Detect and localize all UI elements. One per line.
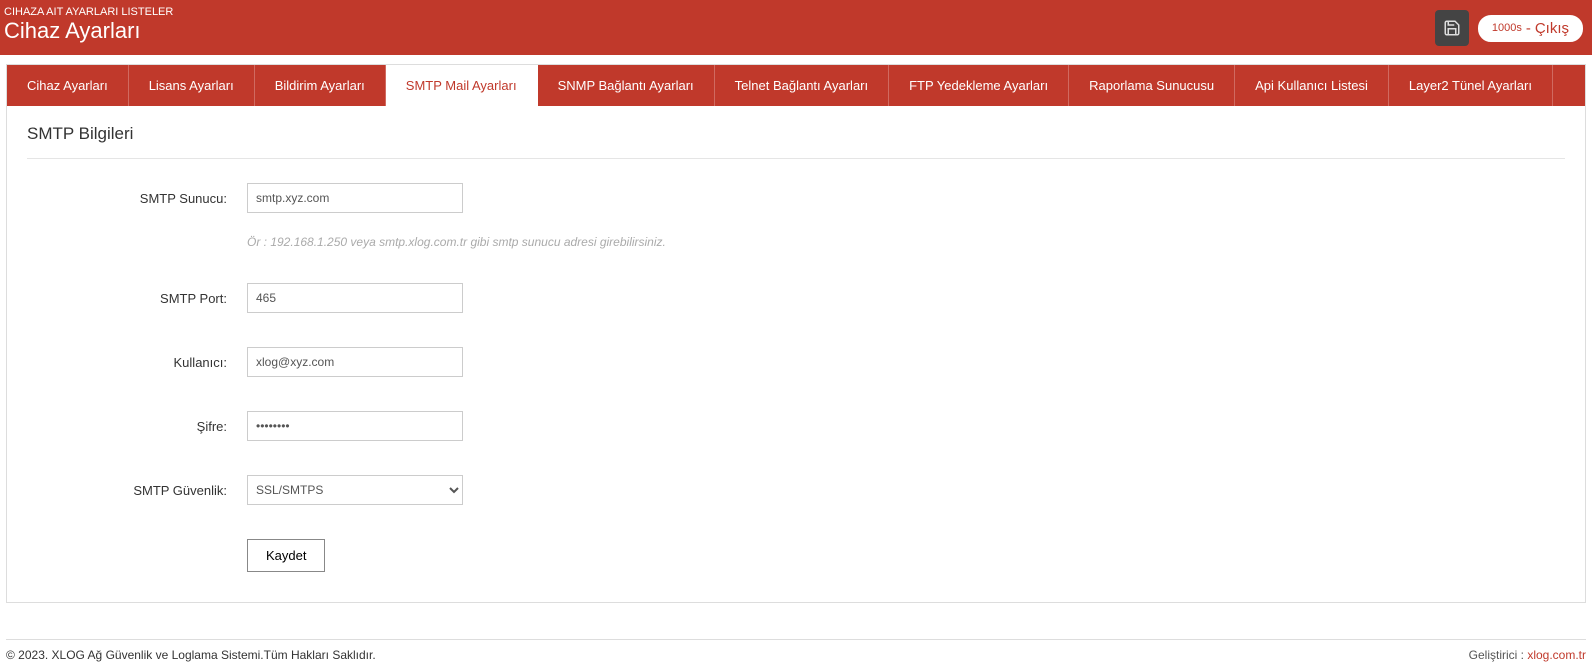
section-title: SMTP Bilgileri bbox=[27, 124, 1565, 144]
form-row-smtp-server: SMTP Sunucu: Ör : 192.168.1.250 veya smt… bbox=[27, 183, 1565, 249]
page-footer: © 2023. XLOG Ağ Güvenlik ve Loglama Sist… bbox=[0, 644, 1592, 672]
security-label: SMTP Güvenlik: bbox=[27, 475, 247, 498]
footer-copyright: © 2023. XLOG Ağ Güvenlik ve Loglama Sist… bbox=[6, 648, 376, 662]
tab-smtp-mail-settings[interactable]: SMTP Mail Ayarları bbox=[386, 65, 538, 106]
user-input[interactable] bbox=[247, 347, 463, 377]
tab-layer2-tunnel-settings[interactable]: Layer2 Tünel Ayarları bbox=[1389, 65, 1553, 106]
smtp-server-field-wrap: Ör : 192.168.1.250 veya smtp.xlog.com.tr… bbox=[247, 183, 1565, 249]
tab-device-settings[interactable]: Cihaz Ayarları bbox=[7, 65, 129, 106]
section-divider bbox=[27, 158, 1565, 159]
smtp-port-input[interactable] bbox=[247, 283, 463, 313]
page-header: CIHAZA AIT AYARLARI LISTELER Cihaz Ayarl… bbox=[0, 0, 1592, 55]
form-row-smtp-port: SMTP Port: bbox=[27, 283, 1565, 313]
form-row-security: SMTP Güvenlik: SSL/SMTPS bbox=[27, 475, 1565, 505]
panel-body: SMTP Bilgileri SMTP Sunucu: Ör : 192.168… bbox=[7, 106, 1585, 602]
tab-label: Raporlama Sunucusu bbox=[1089, 78, 1214, 93]
tab-label: Bildirim Ayarları bbox=[275, 78, 365, 93]
user-label: Kullanıcı: bbox=[27, 347, 247, 370]
tab-label: Cihaz Ayarları bbox=[27, 78, 108, 93]
form-row-save: Kaydet bbox=[27, 539, 1565, 572]
user-field-wrap bbox=[247, 347, 1565, 377]
tab-label: Layer2 Tünel Ayarları bbox=[1409, 78, 1532, 93]
tab-label: Api Kullanıcı Listesi bbox=[1255, 78, 1368, 93]
password-input[interactable] bbox=[247, 411, 463, 441]
smtp-port-label: SMTP Port: bbox=[27, 283, 247, 306]
save-icon-button[interactable] bbox=[1435, 10, 1469, 46]
tab-label: Telnet Bağlantı Ayarları bbox=[735, 78, 868, 93]
tab-snmp-connection-settings[interactable]: SNMP Bağlantı Ayarları bbox=[538, 65, 715, 106]
tab-label: Lisans Ayarları bbox=[149, 78, 234, 93]
smtp-port-field-wrap bbox=[247, 283, 1565, 313]
tab-label: FTP Yedekleme Ayarları bbox=[909, 78, 1048, 93]
tab-reporting-server[interactable]: Raporlama Sunucusu bbox=[1069, 65, 1235, 106]
password-field-wrap bbox=[247, 411, 1565, 441]
session-countdown: 1000s bbox=[1492, 22, 1522, 34]
smtp-server-help: Ör : 192.168.1.250 veya smtp.xlog.com.tr… bbox=[247, 235, 1565, 249]
settings-panel: Cihaz Ayarları Lisans Ayarları Bildirim … bbox=[6, 64, 1586, 603]
footer-developer-link[interactable]: xlog.com.tr bbox=[1527, 648, 1586, 662]
save-field-wrap: Kaydet bbox=[247, 539, 1565, 572]
form-row-user: Kullanıcı: bbox=[27, 347, 1565, 377]
footer-divider bbox=[6, 639, 1586, 640]
page-subtitle: CIHAZA AIT AYARLARI LISTELER bbox=[4, 6, 1588, 18]
tab-label: SMTP Mail Ayarları bbox=[406, 78, 517, 93]
security-field-wrap: SSL/SMTPS bbox=[247, 475, 1565, 505]
logout-label: Çıkış bbox=[1535, 20, 1569, 37]
footer-developer-label: Geliştirici : bbox=[1469, 648, 1528, 662]
footer-developer: Geliştirici : xlog.com.tr bbox=[1469, 648, 1586, 662]
tab-api-user-list[interactable]: Api Kullanıcı Listesi bbox=[1235, 65, 1389, 106]
empty-label bbox=[27, 539, 247, 547]
header-actions: 1000s - Çıkış bbox=[1435, 10, 1584, 46]
floppy-disk-icon bbox=[1443, 19, 1461, 37]
smtp-server-input[interactable] bbox=[247, 183, 463, 213]
tab-telnet-connection-settings[interactable]: Telnet Bağlantı Ayarları bbox=[715, 65, 889, 106]
save-button-label: Kaydet bbox=[266, 548, 306, 563]
tab-label: SNMP Bağlantı Ayarları bbox=[558, 78, 694, 93]
password-label: Şifre: bbox=[27, 411, 247, 434]
logout-button[interactable]: 1000s - Çıkış bbox=[1477, 14, 1584, 43]
save-button[interactable]: Kaydet bbox=[247, 539, 325, 572]
tab-bar: Cihaz Ayarları Lisans Ayarları Bildirim … bbox=[7, 65, 1585, 106]
tab-ftp-backup-settings[interactable]: FTP Yedekleme Ayarları bbox=[889, 65, 1069, 106]
tab-notification-settings[interactable]: Bildirim Ayarları bbox=[255, 65, 386, 106]
page-title: Cihaz Ayarları bbox=[4, 18, 1588, 44]
form-row-password: Şifre: bbox=[27, 411, 1565, 441]
smtp-server-label: SMTP Sunucu: bbox=[27, 183, 247, 206]
session-separator: - bbox=[1526, 20, 1531, 37]
tab-license-settings[interactable]: Lisans Ayarları bbox=[129, 65, 255, 106]
security-select[interactable]: SSL/SMTPS bbox=[247, 475, 463, 505]
